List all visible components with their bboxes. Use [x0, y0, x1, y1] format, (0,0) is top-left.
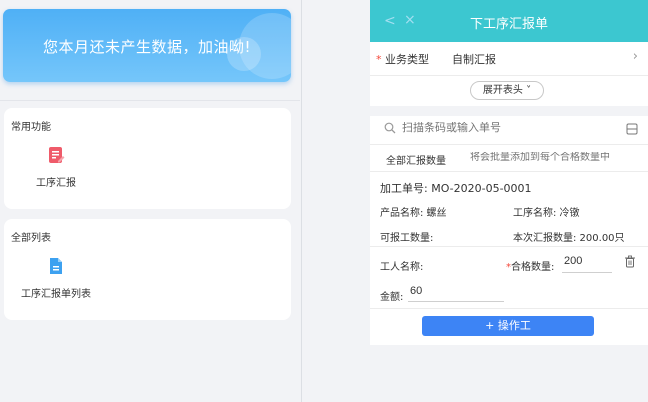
search-row: [370, 116, 648, 144]
divider: [370, 144, 648, 145]
expand-header-button[interactable]: 展开表头 ˅: [470, 81, 544, 100]
all-lists-title: 全部列表: [11, 233, 51, 244]
app-process-report[interactable]: 工序汇报: [31, 146, 81, 189]
scan-icon[interactable]: [626, 123, 638, 135]
amount-label: 金额:: [380, 292, 404, 303]
page-title: 下工序汇报单: [469, 17, 548, 32]
business-type-label: * 业务类型: [376, 53, 429, 66]
motivation-banner: 您本月还未产生数据，加油呦!: [3, 9, 291, 82]
report-form-screen: < × 下工序汇报单 * 业务类型 自制汇报 › 展开表头 ˅ 全部汇报数量: [370, 0, 648, 402]
worker-name-label: 工人名称:: [380, 262, 424, 273]
common-functions-card: 常用功能 工序汇报: [4, 108, 291, 209]
report-edit-icon: [49, 147, 65, 163]
trash-icon[interactable]: [624, 255, 636, 268]
app-process-report-list[interactable]: 工序汇报单列表: [18, 257, 94, 300]
app-label: 工序汇报: [36, 178, 76, 189]
divider: [370, 246, 648, 247]
batch-quantity-input[interactable]: [470, 152, 640, 163]
divider: [370, 75, 648, 76]
report-detail: 全部汇报数量 加工单号: MO-2020-05-0001 产品名称: 螺丝 工序…: [370, 116, 648, 345]
divider: [370, 171, 648, 172]
batch-quantity-label: 全部汇报数量: [386, 156, 446, 167]
required-mark: *: [376, 53, 382, 66]
business-type-select[interactable]: 自制汇报: [452, 51, 496, 67]
all-lists-card: 全部列表 工序汇报单列表: [4, 219, 291, 320]
nav-bar: < × 下工序汇报单: [370, 0, 648, 42]
qualified-quantity-input[interactable]: [564, 255, 614, 267]
common-functions-title: 常用功能: [11, 122, 51, 133]
input-underline: [408, 301, 504, 302]
divider: [0, 100, 300, 101]
add-worker-button[interactable]: + 操作工: [422, 316, 594, 336]
order-number: 加工单号: MO-2020-05-0001: [380, 182, 532, 195]
reportable-quantity: 可报工数量:: [380, 233, 434, 244]
qualified-quantity-label: *合格数量:: [506, 262, 555, 273]
form-header: * 业务类型 自制汇报 › 展开表头 ˅: [370, 42, 648, 106]
product-name: 产品名称: 螺丝: [380, 208, 447, 219]
amount-input[interactable]: [410, 285, 500, 297]
panel-border: [301, 0, 302, 402]
divider: [370, 308, 648, 309]
banner-message: 您本月还未产生数据，加油呦!: [42, 38, 251, 56]
document-list-icon: [50, 258, 62, 274]
this-report-quantity: 本次汇报数量: 200.00只: [513, 233, 625, 244]
worker-name-input[interactable]: [430, 256, 490, 268]
search-input[interactable]: [402, 122, 582, 134]
app-label: 工序汇报单列表: [21, 289, 91, 300]
search-icon: [384, 122, 396, 134]
chevron-right-icon[interactable]: ›: [633, 49, 638, 64]
input-underline: [562, 272, 612, 273]
process-name: 工序名称: 冷镦: [513, 208, 580, 219]
home-panel: 您本月还未产生数据，加油呦! 常用功能 工序汇报 全部列表 工序汇报单列表: [0, 0, 300, 402]
